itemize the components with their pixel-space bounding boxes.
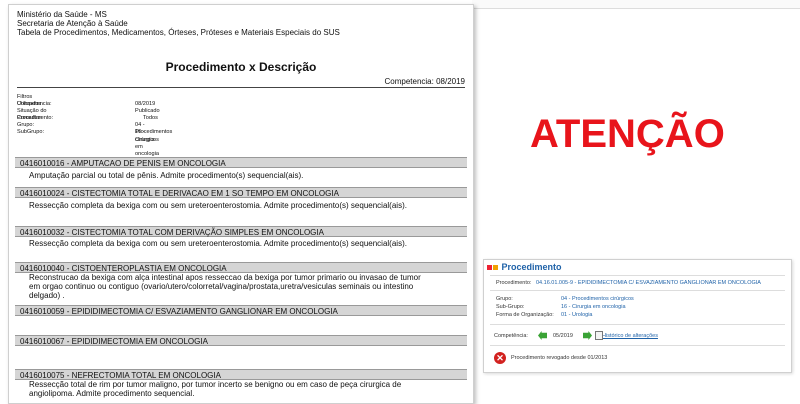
procedure-description: Ressecção completa da bexiga com ou sem … [29,201,407,210]
forma-label: Forma de Organização: [496,312,554,318]
procedure-row: 0416010059 - EPIDIDIMECTOMIA C/ ESVAZIAM… [15,305,467,316]
competencia-label: Competência: [494,333,528,339]
divider [17,87,465,88]
panel-title: Procedimento [487,262,562,272]
divider [490,275,785,276]
historico-link[interactable]: Histórico de alterações [602,333,658,340]
panel-title-text: Procedimento [501,262,562,272]
procedimento-value: 04.16.01.005-9 - EPIDIDIMECTOMIA C/ ESVA… [536,280,761,286]
header-line-1: Ministério da Saúde - MS [17,10,107,19]
procedure-row: 0416010032 - CISTECTOMIA TOTAL COM DERIV… [15,226,467,237]
report-competencia: Competencia: 08/2019 [384,77,465,86]
header-line-3: Tabela de Procedimentos, Medicamentos, Ó… [17,28,340,37]
revoked-message: Procedimento revogado desde 01/2013 [511,355,608,361]
report-title: Procedimento x Descrição [165,60,317,74]
procedimento-label: Procedimento: [496,280,532,286]
procedure-row: 0416010024 - CISTECTOMIA TOTAL E DERIVAC… [15,187,467,198]
grupo-label: Grupo: [496,296,513,302]
error-icon: ✕ [494,352,506,364]
procedure-row: 0416010016 - AMPUTACAO DE PENIS EM ONCOL… [15,157,467,168]
procedure-description: Amputação parcial ou total de pênis. Adm… [29,171,304,180]
procedure-row: 0416010075 - NEFRECTOMIA TOTAL EM ONCOLO… [15,369,467,380]
warning-title: ATENÇÃO [530,112,725,156]
report-page: Ministério da Saúde - MS Secretaria de A… [8,4,474,404]
procedure-description: delgado) . [29,291,65,300]
competencia-label: Competencia: [384,77,434,86]
header-line-2: Secretaria de Atenção à Saúde [17,19,128,28]
procedure-row: 0416010067 - EPIDIDIMECTOMIA EM ONCOLOGI… [15,335,467,346]
procedure-description: em orgao continuo ou contiguo (ovario/ut… [29,282,414,291]
procedure-row: 0416010040 - CISTOENTEROPLASTIA EM ONCOL… [15,262,467,273]
competencia-value: 08/2019 [436,77,465,86]
top-strip [472,0,800,9]
bullet-icon [493,265,498,271]
grupo-value: 04 - Procedimentos cirúrgicos [561,296,634,302]
arrow-left-icon[interactable] [538,331,547,340]
report-header: Ministério da Saúde - MS Secretaria de A… [9,10,340,37]
divider [490,324,785,325]
subgrupo-value: 16 - Cirurgia em oncologia [561,304,626,310]
procedure-description: Ressecção total de rim por tumor maligno… [29,380,402,389]
history-icon[interactable] [595,331,603,340]
procedure-description: Reconstrucao da bexiga com alça intestin… [29,273,421,282]
divider [490,290,785,291]
divider [490,345,785,346]
forma-value: 01 - Urologia [561,312,593,318]
bullet-icon [487,265,492,271]
procedure-description: angiolipoma. Admite procedimento sequenc… [29,389,195,398]
competencia-value: 05/2019 [553,333,573,339]
arrow-right-icon[interactable] [583,331,592,340]
subgrupo-label: Sub-Grupo: [496,304,525,310]
procedure-description: Ressecção completa da bexiga com ou sem … [29,239,407,248]
